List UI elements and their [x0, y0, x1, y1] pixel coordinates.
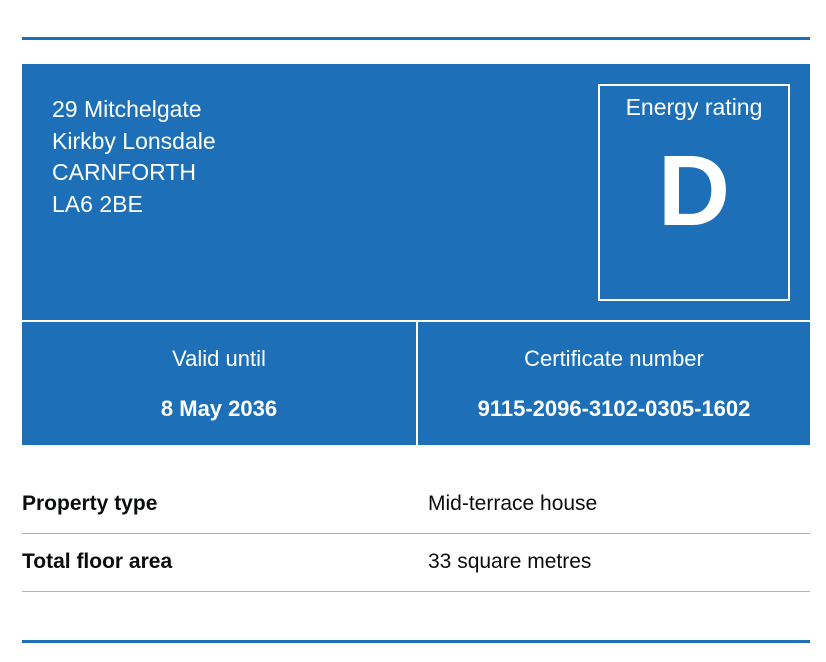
bottom-section-rule [22, 640, 810, 643]
property-summary-list: Property type Mid-terrace house Total fl… [22, 476, 810, 592]
address-postcode: LA6 2BE [52, 190, 143, 217]
energy-rating-box: Energy rating D [598, 84, 790, 301]
certificate-number-value: 9115-2096-3102-0305-1602 [477, 396, 751, 421]
top-section-rule [22, 37, 810, 40]
epc-summary-panel: 29 Mitchelgate Kirkby Lonsdale CARNFORTH… [22, 64, 810, 445]
property-address: 29 Mitchelgate Kirkby Lonsdale CARNFORTH… [52, 94, 216, 220]
summary-key: Total floor area [22, 550, 173, 573]
certificate-number-cell: Certificate number 9115-2096-3102-0305-1… [418, 322, 810, 445]
summary-row-total-floor-area: Total floor area 33 square metres [22, 534, 810, 592]
address-line-3: CARNFORTH [52, 159, 196, 185]
summary-key: Property type [22, 492, 158, 515]
valid-until-date: 8 May 2036 [160, 396, 278, 421]
summary-value: Mid-terrace house [428, 492, 598, 515]
valid-until-cell: Valid until 8 May 2036 [22, 322, 416, 445]
energy-rating-letter: D [657, 135, 731, 247]
summary-row-property-type: Property type Mid-terrace house [22, 476, 810, 534]
energy-rating-label: Energy rating [625, 94, 763, 120]
address-line-2: Kirkby Lonsdale [52, 127, 216, 154]
valid-until-label: Valid until [172, 346, 266, 371]
certificate-number-label: Certificate number [524, 346, 704, 371]
address-line-1: 29 Mitchelgate [52, 96, 202, 122]
summary-value: 33 square metres [428, 550, 592, 573]
